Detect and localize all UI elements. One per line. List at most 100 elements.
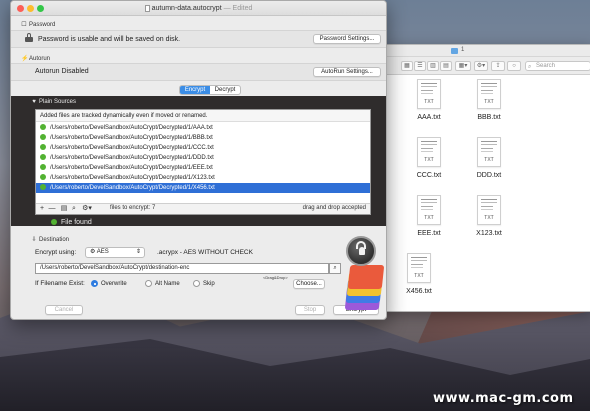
status-ok-icon bbox=[40, 134, 46, 140]
autorun-settings-button[interactable]: AutoRun Settings... bbox=[313, 67, 381, 77]
drag-drop-note: drag and drop accepted bbox=[302, 205, 366, 211]
destination-section-label: ⇩ Destination bbox=[31, 237, 70, 243]
radio-overwrite[interactable]: Overwrite bbox=[91, 280, 127, 288]
view-gallery-button[interactable]: ▤ bbox=[440, 61, 452, 71]
search-icon[interactable]: ⌕ bbox=[70, 205, 78, 213]
finder-file[interactable]: TXT X456.txt bbox=[397, 253, 441, 295]
chevron-down-icon: ⇕ bbox=[135, 249, 141, 255]
finder-file[interactable]: TXT CCC.txt bbox=[407, 137, 451, 179]
finder-file[interactable]: TXT BBB.txt bbox=[467, 79, 511, 121]
status-ok-icon bbox=[51, 219, 57, 225]
file-row[interactable]: /Users/roberto/DevelSandbox/AutoCrypt/De… bbox=[36, 153, 370, 163]
stack-card-red bbox=[347, 265, 385, 289]
padlock-icon bbox=[346, 236, 376, 266]
action-gear-button[interactable]: ⚙▾ bbox=[474, 61, 488, 71]
checkbox-icon: ☐ bbox=[21, 22, 27, 28]
finder-search-field[interactable]: ⌕ Search bbox=[525, 61, 590, 71]
file-row[interactable]: /Users/roberto/DevelSandbox/AutoCrypt/De… bbox=[36, 173, 370, 183]
radio-alt-name[interactable]: Alt Name bbox=[145, 280, 180, 288]
app-lock-icon bbox=[340, 232, 386, 310]
drag-drop-hint: <Drag&Drop> bbox=[263, 275, 288, 280]
text-file-icon: TXT bbox=[407, 253, 431, 283]
stop-button[interactable]: Stop bbox=[295, 305, 325, 315]
file-row[interactable]: /Users/roberto/DevelSandbox/AutoCrypt/De… bbox=[36, 133, 370, 143]
tab-decrypt[interactable]: Decrypt bbox=[210, 86, 240, 94]
remove-file-button[interactable]: — bbox=[48, 205, 56, 213]
download-icon: ⇩ bbox=[31, 237, 37, 243]
autorun-section-label: ⚡Autorun bbox=[21, 56, 51, 62]
file-list[interactable]: Added files are tracked dynamically even… bbox=[35, 109, 371, 215]
mode-segmented-control: Encrypt Decrypt bbox=[179, 85, 241, 95]
watermark: www.mac-gm.com bbox=[433, 391, 574, 406]
password-section-label: ☐ Password bbox=[21, 22, 56, 28]
status-ok-icon bbox=[40, 184, 46, 190]
file-name: EEE.txt bbox=[417, 230, 441, 237]
file-name: BBB.txt bbox=[477, 114, 501, 121]
extension-text: .acrypx - AES WITHOUT CHECK bbox=[157, 249, 253, 256]
text-file-icon: TXT bbox=[417, 137, 441, 167]
file-list-toolbar: + — ▤ ⌕ ⚙▾ files to encrypt: 7 drag and … bbox=[36, 203, 370, 214]
lock-icon bbox=[25, 33, 33, 42]
text-file-icon: TXT bbox=[477, 195, 501, 225]
file-name: CCC.txt bbox=[416, 172, 442, 179]
file-name: DDD.txt bbox=[476, 172, 502, 179]
encrypt-using-label: Encrypt using: bbox=[35, 249, 77, 256]
app-window: autumn-data.autocrypt — Edited ☐ Password… bbox=[10, 0, 387, 320]
file-name: AAA.txt bbox=[417, 114, 441, 121]
algorithm-select[interactable]: ⚙ AES ⇕ bbox=[85, 247, 145, 258]
file-list-header: Added files are tracked dynamically even… bbox=[36, 110, 370, 122]
status-ok-icon bbox=[40, 164, 46, 170]
finder-file[interactable]: TXT AAA.txt bbox=[407, 79, 451, 121]
edited-indicator: — Edited bbox=[223, 5, 253, 12]
heart-icon: ♥ bbox=[32, 99, 36, 105]
plain-sources-label: ♥ Plain Sources bbox=[32, 99, 77, 105]
add-file-button[interactable]: + bbox=[38, 205, 46, 213]
search-icon: ⌕ bbox=[528, 64, 532, 70]
minimize-window-button[interactable] bbox=[27, 5, 34, 12]
radio-unchecked-icon bbox=[145, 280, 152, 287]
finder-file[interactable]: TXT DDD.txt bbox=[467, 137, 511, 179]
if-exists-label: If Filename Exist: bbox=[35, 280, 85, 287]
arrange-button[interactable]: ▦▾ bbox=[455, 61, 471, 71]
close-window-button[interactable] bbox=[17, 5, 24, 12]
file-row[interactable]: /Users/roberto/DevelSandbox/AutoCrypt/De… bbox=[36, 123, 370, 133]
radio-checked-icon bbox=[91, 280, 98, 287]
finder-window: 1 ▦ ☰ ▥ ▤ ▦▾ ⚙▾ ⇪ ○ ⌕ Search TXT AAA.txt … bbox=[380, 44, 590, 312]
text-file-icon: TXT bbox=[417, 79, 441, 109]
finder-file[interactable]: TXT X123.txt bbox=[467, 195, 511, 237]
zoom-window-button[interactable] bbox=[37, 5, 44, 12]
view-column-button[interactable]: ▥ bbox=[427, 61, 439, 71]
password-settings-button[interactable]: Password Settings... bbox=[313, 34, 381, 44]
gear-icon[interactable]: ⚙▾ bbox=[80, 205, 94, 213]
view-list-button[interactable]: ☰ bbox=[414, 61, 426, 71]
choose-button[interactable]: Choose... bbox=[293, 279, 325, 289]
files-count: files to encrypt: 7 bbox=[110, 205, 156, 211]
tag-button[interactable]: ○ bbox=[507, 61, 521, 71]
view-icon-button[interactable]: ▦ bbox=[401, 61, 413, 71]
radio-skip[interactable]: Skip bbox=[193, 280, 215, 288]
finder-file[interactable]: TXT EEE.txt bbox=[407, 195, 451, 237]
cancel-button[interactable]: Cancel bbox=[45, 305, 83, 315]
password-status: Password is usable and will be saved on … bbox=[25, 33, 180, 43]
status-ok-icon bbox=[40, 144, 46, 150]
file-found-status: File found bbox=[51, 219, 92, 226]
window-title: autumn-data.autocrypt — Edited bbox=[144, 4, 253, 12]
folder-icon bbox=[451, 48, 458, 54]
file-row[interactable]: /Users/roberto/DevelSandbox/AutoCrypt/De… bbox=[36, 163, 370, 173]
finder-folder-name: 1 bbox=[461, 47, 465, 53]
text-file-icon: TXT bbox=[477, 79, 501, 109]
file-row-selected[interactable]: /Users/roberto/DevelSandbox/AutoCrypt/De… bbox=[36, 183, 370, 193]
lightning-icon: ⚡ bbox=[21, 56, 29, 62]
share-button[interactable]: ⇪ bbox=[491, 61, 505, 71]
radio-unchecked-icon bbox=[193, 280, 200, 287]
window-titlebar: autumn-data.autocrypt — Edited bbox=[11, 1, 386, 16]
file-name: X123.txt bbox=[476, 230, 502, 237]
tab-encrypt[interactable]: Encrypt bbox=[180, 86, 210, 94]
finder-titlebar: 1 bbox=[381, 45, 590, 57]
finder-toolbar: ▦ ☰ ▥ ▤ ▦▾ ⚙▾ ⇪ ○ ⌕ Search bbox=[381, 57, 590, 75]
destination-path-field[interactable]: /Users/roberto/DevelSandbox/AutoCrypt/de… bbox=[35, 263, 329, 274]
file-row[interactable]: /Users/roberto/DevelSandbox/AutoCrypt/De… bbox=[36, 143, 370, 153]
text-file-icon: TXT bbox=[477, 137, 501, 167]
list-icon[interactable]: ▤ bbox=[60, 205, 68, 213]
document-icon bbox=[144, 4, 150, 12]
